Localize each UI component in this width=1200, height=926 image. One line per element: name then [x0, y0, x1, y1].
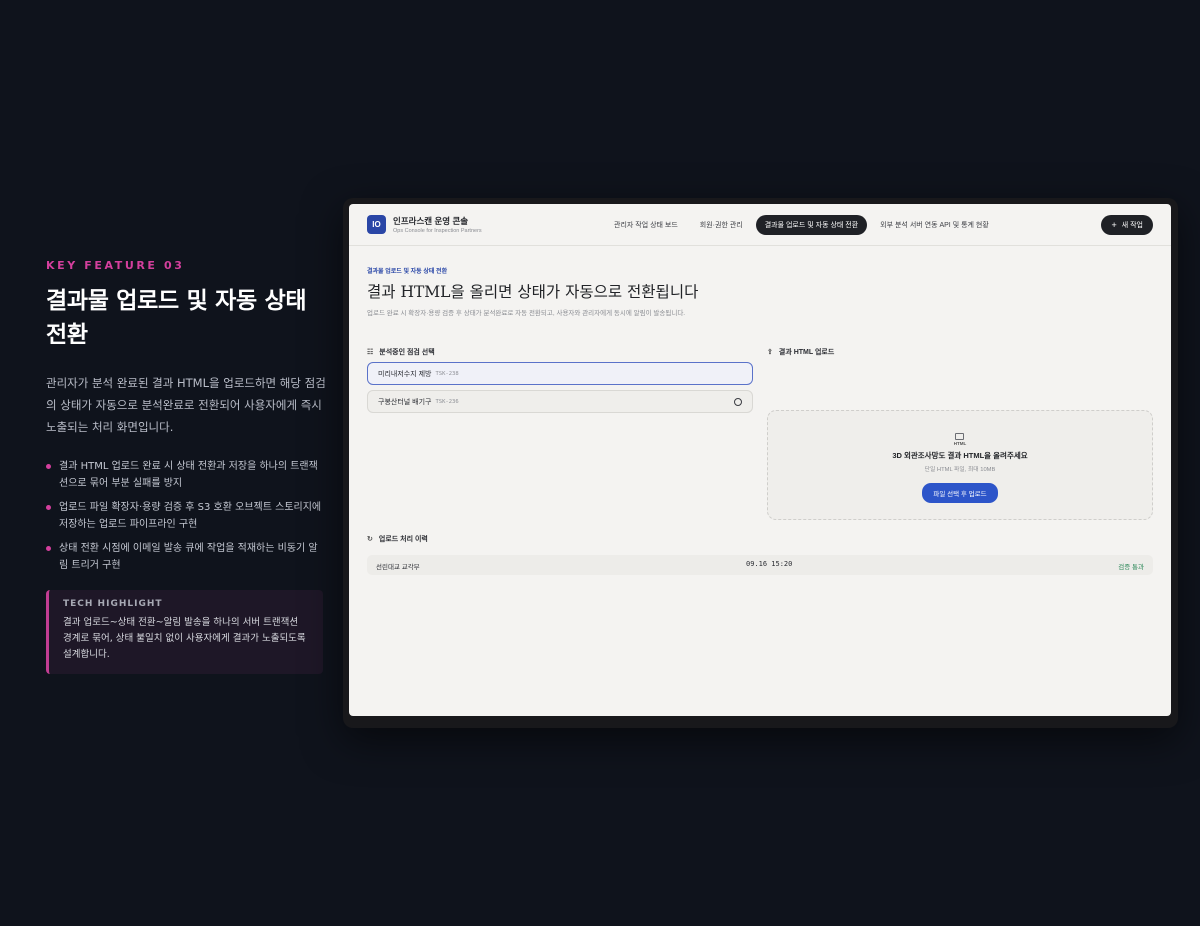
upload-dropzone[interactable]: HTML 3D 외관조사망도 결과 HTML을 올려주세요 단일 HTML 파일…	[767, 410, 1153, 520]
feature-panel: KEY FEATURE 03 결과물 업로드 및 자동 상태 전환 관리자가 분…	[46, 259, 326, 674]
bullet-text: 상태 전환 시점에 이메일 발송 큐에 작업을 적재하는 비동기 알림 트리거 …	[59, 543, 318, 571]
list-icon: ☷	[367, 349, 374, 356]
tech-highlight-title: TECH HIGHLIGHT	[63, 599, 163, 609]
history-row[interactable]: 선린대교 교각부 09.16 15:20 검증 통과	[367, 555, 1153, 575]
history-section-header: ↻ 업로드 처리 이력	[367, 534, 428, 544]
task-name: 구봉산터널 배기구	[378, 398, 432, 406]
history-item-name: 선린대교 교각부	[376, 564, 420, 571]
brand-subtitle: Ops Console for Inspection Partners	[393, 228, 482, 234]
bullet-item: 상태 전환 시점에 이메일 발송 큐에 작업을 적재하는 비동기 알림 트리거 …	[46, 540, 326, 574]
upload-section-header: ⇪ 결과 HTML 업로드	[767, 347, 834, 357]
bullet-dot-icon	[46, 505, 51, 510]
plus-icon: +	[1111, 219, 1117, 230]
bullet-item: 업로드 파일 확장자·용량 검증 후 S3 호환 오브젝트 스토리지에 저장하는…	[46, 499, 326, 533]
bullet-dot-icon	[46, 546, 51, 551]
dropzone-title: 3D 외관조사망도 결과 HTML을 올려주세요	[892, 451, 1028, 460]
app-topbar: IO 인프라스캔 운영 콘솔 Ops Console for Inspectio…	[349, 204, 1171, 246]
app-logo[interactable]: IO	[367, 215, 386, 234]
brand-name: 인프라스캔 운영 콘솔	[393, 216, 469, 226]
feature-bullets: 결과 HTML 업로드 완료 시 상태 전환과 저장을 하나의 트랜잭션으로 묶…	[46, 458, 326, 574]
breadcrumb: 결과물 업로드 및 자동 상태 전환	[367, 269, 448, 275]
history-item-status: 검증 통과	[1118, 564, 1144, 571]
nav-item-task-board[interactable]: 관리자 작업 상태 보드	[605, 215, 687, 235]
bullet-item: 결과 HTML 업로드 완료 시 상태 전환과 저장을 하나의 트랜잭션으로 묶…	[46, 458, 326, 492]
task-code: TSK-238	[435, 370, 459, 377]
tech-highlight-body: 결과 업로드~상태 전환~알림 발송을 하나의 서버 트랜잭션 경계로 묶어, …	[63, 617, 306, 660]
dropzone-subtitle: 단일 HTML 파일, 최대 10MB	[924, 467, 996, 473]
nav-item-members[interactable]: 회원·권한 관리	[691, 215, 752, 235]
task-option[interactable]: 구봉산터널 배기구 TSK-236	[367, 390, 753, 413]
task-section-header: ☷ 분석중인 점검 선택	[367, 347, 435, 357]
bullet-text: 결과 HTML 업로드 완료 시 상태 전환과 저장을 하나의 트랜잭션으로 묶…	[59, 461, 318, 489]
page-description: 업로드 완료 시 확장자·용량 검증 후 상태가 분석완료로 자동 전환되고, …	[367, 310, 686, 317]
new-task-button[interactable]: + 새 작업	[1101, 215, 1153, 235]
upload-icon: ⇪	[767, 349, 773, 356]
new-task-label: 새 작업	[1121, 222, 1143, 229]
bullet-text: 업로드 파일 확장자·용량 검증 후 S3 호환 오브젝트 스토리지에 저장하는…	[59, 502, 322, 530]
radio-icon[interactable]	[734, 398, 742, 406]
device-frame: IO 인프라스캔 운영 콘솔 Ops Console for Inspectio…	[343, 198, 1178, 728]
task-code: TSK-236	[435, 398, 459, 405]
feature-eyebrow: KEY FEATURE 03	[46, 259, 185, 272]
headline-line-1: 결과물 업로드 및 자동 상태	[46, 288, 307, 314]
tech-highlight-box: TECH HIGHLIGHT 결과 업로드~상태 전환~알림 발송을 하나의 서…	[46, 590, 323, 674]
task-option-selected[interactable]: 미리내저수지 제방 TSK-238	[367, 362, 753, 385]
page-title: 결과 HTML을 올리면 상태가 자동으로 전환됩니다	[367, 283, 699, 301]
nav-item-result-upload[interactable]: 결과물 업로드 및 자동 상태 전환	[755, 215, 868, 235]
html-file-icon: HTML	[951, 433, 969, 447]
history-section-title: 업로드 처리 이력	[378, 536, 428, 543]
headline-line-2: 전환	[46, 322, 88, 348]
bullet-dot-icon	[46, 464, 51, 469]
select-file-upload-button[interactable]: 파일 선택 후 업로드	[922, 483, 998, 503]
feature-description: 관리자가 분석 완료된 결과 HTML을 업로드하면 해당 점검의 상태가 자동…	[46, 376, 326, 434]
html-file-label: HTML	[953, 441, 967, 446]
upload-section-title: 결과 HTML 업로드	[778, 349, 835, 356]
app-screen: IO 인프라스캔 운영 콘솔 Ops Console for Inspectio…	[349, 204, 1171, 716]
task-name: 미리내저수지 제방	[378, 370, 432, 378]
nav-item-external-api[interactable]: 외부 분석 서버 연동 API 및 통계 현황	[871, 215, 998, 235]
brand: 인프라스캔 운영 콘솔 Ops Console for Inspection P…	[393, 215, 482, 234]
top-nav: 관리자 작업 상태 보드 회원·권한 관리 결과물 업로드 및 자동 상태 전환…	[605, 215, 1002, 235]
history-icon: ↻	[367, 536, 373, 543]
task-section-title: 분석중인 점검 선택	[379, 349, 435, 356]
history-item-time: 09.16 15:20	[746, 560, 793, 568]
feature-headline: 결과물 업로드 및 자동 상태 전환	[46, 284, 326, 352]
